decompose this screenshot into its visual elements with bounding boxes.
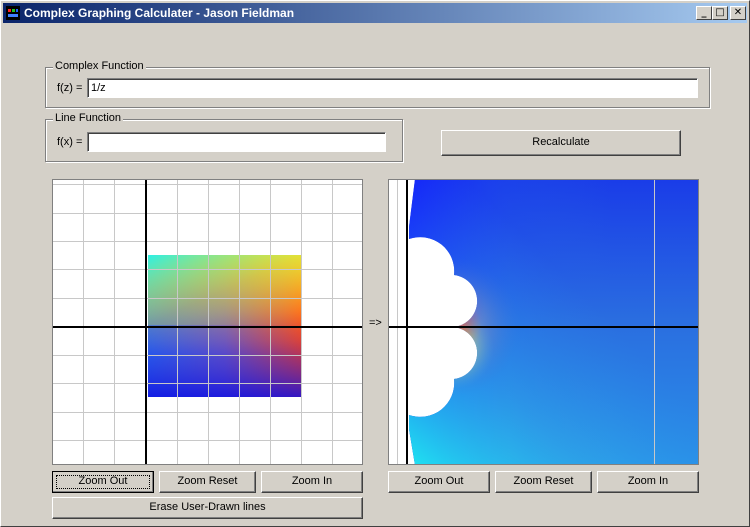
right-zoom-in-button[interactable]: Zoom In bbox=[597, 471, 699, 493]
complex-function-group-label: Complex Function bbox=[53, 60, 146, 72]
line-function-group-label: Line Function bbox=[53, 112, 124, 124]
right-zoom-reset-button[interactable]: Zoom Reset bbox=[495, 471, 592, 493]
complex-function-input[interactable]: 1/z bbox=[87, 78, 698, 98]
app-icon bbox=[6, 6, 20, 20]
left-zoom-reset-button[interactable]: Zoom Reset bbox=[159, 471, 256, 493]
right-zoom-out-button[interactable]: Zoom Out bbox=[388, 471, 490, 493]
window-title: Complex Graphing Calculater - Jason Fiel… bbox=[24, 6, 295, 20]
input-plane-graph[interactable] bbox=[52, 179, 363, 465]
complex-function-label: f(z) = bbox=[57, 82, 83, 94]
left-zoom-out-button[interactable]: Zoom Out bbox=[52, 471, 154, 493]
line-function-input[interactable] bbox=[87, 132, 386, 152]
mapping-arrow: => bbox=[369, 317, 382, 329]
title-bar[interactable]: Complex Graphing Calculater - Jason Fiel… bbox=[3, 3, 747, 23]
main-window: Complex Graphing Calculater - Jason Fiel… bbox=[0, 0, 750, 527]
erase-user-lines-button[interactable]: Erase User-Drawn lines bbox=[52, 497, 363, 519]
output-plane-graph[interactable] bbox=[388, 179, 699, 465]
left-zoom-in-button[interactable]: Zoom In bbox=[261, 471, 363, 493]
close-button[interactable]: ✕ bbox=[730, 6, 746, 20]
line-function-label: f(x) = bbox=[57, 136, 83, 148]
recalculate-button[interactable]: Recalculate bbox=[441, 130, 681, 156]
minimize-button[interactable]: _ bbox=[696, 6, 712, 20]
maximize-button[interactable]: □ bbox=[712, 6, 728, 20]
